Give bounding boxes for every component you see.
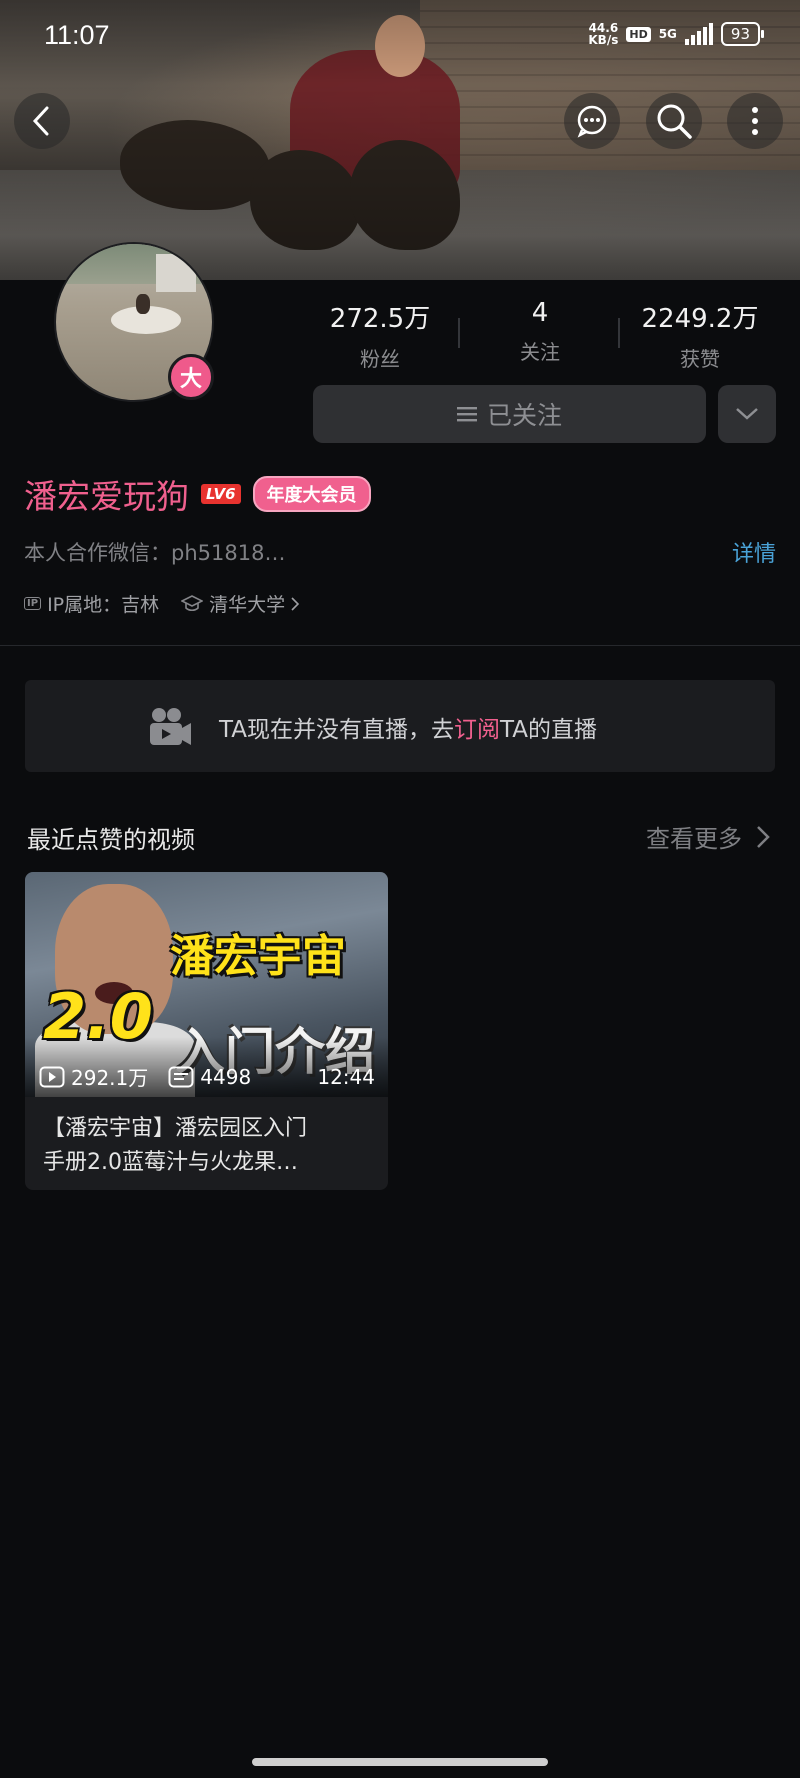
subscribe-link[interactable]: 订阅 <box>454 717 500 743</box>
ip-icon: IP <box>24 597 42 610</box>
followed-button[interactable]: 已关注 <box>313 385 706 443</box>
view-more-link[interactable]: 查看更多 <box>646 819 770 854</box>
network-type: 5G <box>658 27 677 41</box>
more-vertical-icon <box>752 107 758 135</box>
chevron-left-icon <box>32 106 49 136</box>
hd-icon: HD <box>626 26 651 42</box>
profile-meta: IP IP属地：吉林 清华大学 <box>24 590 300 617</box>
video-title: 【潘宏宇宙】潘宏园区入门 手册2.0蓝莓汁与火龙果… <box>43 1116 308 1175</box>
video-thumbnail[interactable]: 潘宏宇宙 2.0 入门介绍 292.1万 4498 12:44 <box>25 872 388 1097</box>
more-options-button[interactable] <box>727 93 783 149</box>
vip-badge: 大 <box>168 354 214 400</box>
detail-link[interactable]: 详情 <box>732 536 776 568</box>
ip-location: IP IP属地：吉林 <box>24 590 159 617</box>
stat-fans[interactable]: 272.5万 粉丝 <box>310 298 450 372</box>
danmaku-icon <box>168 1066 194 1087</box>
chevron-down-icon <box>736 408 758 420</box>
signature: 本人合作微信：ph51818… <box>24 541 286 565</box>
video-duration: 12:44 <box>317 1064 375 1089</box>
video-stats: 292.1万 4498 12:44 <box>39 1062 375 1091</box>
back-button[interactable] <box>14 93 70 149</box>
graduation-cap-icon <box>181 594 204 611</box>
chat-bubble-icon <box>577 105 607 138</box>
stat-following[interactable]: 4 关注 <box>470 298 610 365</box>
search-icon <box>657 104 692 139</box>
profile-stats: 272.5万 粉丝 4 关注 2249.2万 获赞 <box>310 298 790 371</box>
section-divider <box>0 645 800 646</box>
stat-likes[interactable]: 2249.2万 获赞 <box>630 298 770 372</box>
chevron-right-icon <box>757 825 770 848</box>
school-link[interactable]: 清华大学 <box>181 590 300 617</box>
battery-icon: 93 <box>720 22 765 46</box>
live-subscribe-box[interactable]: TA现在并没有直播，去订阅TA的直播 <box>25 680 775 772</box>
play-count-icon <box>39 1066 65 1087</box>
home-indicator[interactable] <box>252 1758 548 1766</box>
video-card[interactable]: 潘宏宇宙 2.0 入门介绍 292.1万 4498 12:44 【潘宏宇宙】潘宏… <box>25 872 388 1190</box>
status-bar: 11:07 44.6 KB/s HD 5G 93 <box>0 0 800 70</box>
follow-dropdown-button[interactable] <box>718 385 776 443</box>
thumbnail-title-text: 潘宏宇宙 <box>170 931 346 982</box>
level-badge: LV6 <box>201 484 241 504</box>
clock: 11:07 <box>44 20 110 50</box>
name-row: 潘宏爱玩狗 LV6 年度大会员 <box>24 470 371 518</box>
signal-icon <box>684 23 713 45</box>
view-count: 292.1万 <box>71 1066 149 1090</box>
video-camera-icon <box>150 708 191 745</box>
search-button[interactable] <box>646 93 702 149</box>
chevron-right-icon <box>291 596 300 611</box>
vip-tag[interactable]: 年度大会员 <box>252 476 371 512</box>
followed-label: 已关注 <box>486 401 562 430</box>
net-speed: 44.6 KB/s <box>588 21 619 47</box>
message-button[interactable] <box>564 93 620 149</box>
liked-videos-title: 最近点赞的视频 <box>27 826 195 854</box>
username: 潘宏爱玩狗 <box>24 477 189 516</box>
danmaku-count: 4498 <box>200 1064 252 1089</box>
menu-lines-icon <box>456 407 477 422</box>
live-status-text: TA现在并没有直播，去订阅TA的直播 <box>219 717 597 743</box>
